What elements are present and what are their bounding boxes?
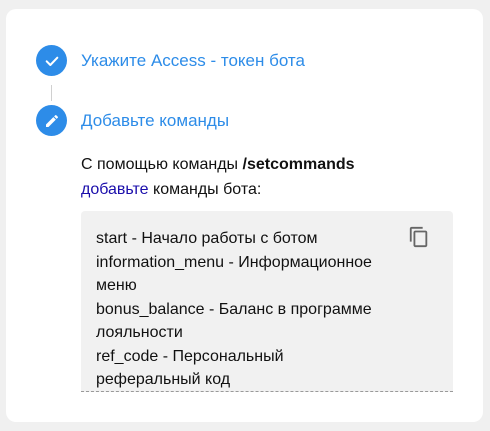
desc-prefix: С помощью команды [81, 156, 243, 173]
step-title-access-token[interactable]: Укажите Access - токен бота [81, 51, 305, 71]
add-link[interactable]: добавьте [81, 181, 149, 198]
setup-card: Укажите Access - токен бота Добавьте ком… [6, 9, 483, 422]
commands-text: start - Начало работы с ботом informatio… [96, 230, 372, 388]
commands-code-block: start - Начало работы с ботом informatio… [81, 211, 453, 392]
copy-icon [409, 226, 428, 248]
step-access-token[interactable]: Укажите Access - токен бота [36, 45, 305, 76]
pencil-icon [36, 105, 67, 136]
step-title-add-commands[interactable]: Добавьте команды [81, 111, 229, 131]
desc-suffix: команды бота: [148, 181, 262, 198]
check-icon [36, 45, 67, 76]
step-add-commands[interactable]: Добавьте команды [36, 105, 229, 136]
step-description: С помощью команды /setcommands добавьте к… [81, 152, 471, 202]
step-connector [51, 85, 52, 101]
copy-button[interactable] [407, 225, 431, 249]
setcommands-command: /setcommands [242, 156, 355, 173]
